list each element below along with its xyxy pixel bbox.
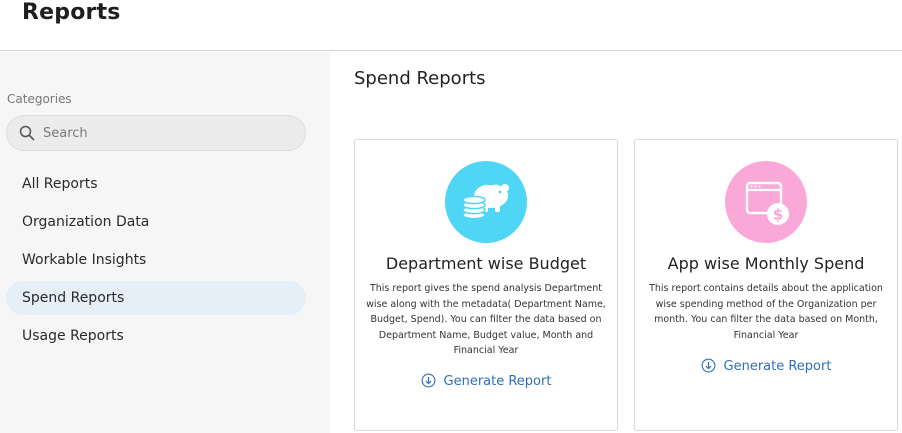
section-title: Spend Reports xyxy=(354,68,486,89)
svg-text:$: $ xyxy=(773,206,783,224)
card-description: This report gives the spend analysis Dep… xyxy=(366,283,606,356)
card-title: Department wise Budget xyxy=(385,254,587,273)
piggy-bank-icon xyxy=(445,161,527,243)
generate-report-button[interactable]: Generate Report xyxy=(635,358,897,374)
download-circle-icon xyxy=(421,373,435,388)
sidebar-item-workable-insights[interactable]: Workable Insights xyxy=(6,243,306,277)
sidebar-item-usage-reports[interactable]: Usage Reports xyxy=(6,319,306,353)
app-header: Reports xyxy=(0,0,902,51)
download-circle-icon xyxy=(701,358,715,373)
page-header-title: Reports xyxy=(22,0,121,25)
card-title: App wise Monthly Spend xyxy=(667,254,865,273)
sidebar-item-all-reports[interactable]: All Reports xyxy=(6,167,306,201)
generate-report-label: Generate Report xyxy=(443,374,552,389)
search-input[interactable] xyxy=(43,123,293,143)
report-card-department-budget[interactable]: Department wise Budget This report gives… xyxy=(354,139,618,431)
card-description: This report contains details about the a… xyxy=(649,283,883,341)
report-card-app-monthly-spend[interactable]: $ App wise Monthly Spend This report con… xyxy=(634,139,898,431)
main-content: Spend Reports Department wise Budget Thi… xyxy=(330,52,902,433)
sidebar: Categories All Reports Organization Data… xyxy=(0,52,330,433)
generate-report-label: Generate Report xyxy=(723,359,832,374)
generate-report-button[interactable]: Generate Report xyxy=(355,373,617,389)
sidebar-item-spend-reports[interactable]: Spend Reports xyxy=(6,281,306,315)
search-icon xyxy=(19,125,35,141)
search-box[interactable] xyxy=(6,115,306,151)
sidebar-item-organization-data[interactable]: Organization Data xyxy=(6,205,306,239)
app-dollar-icon: $ xyxy=(725,161,807,243)
categories-label: Categories xyxy=(7,92,72,106)
